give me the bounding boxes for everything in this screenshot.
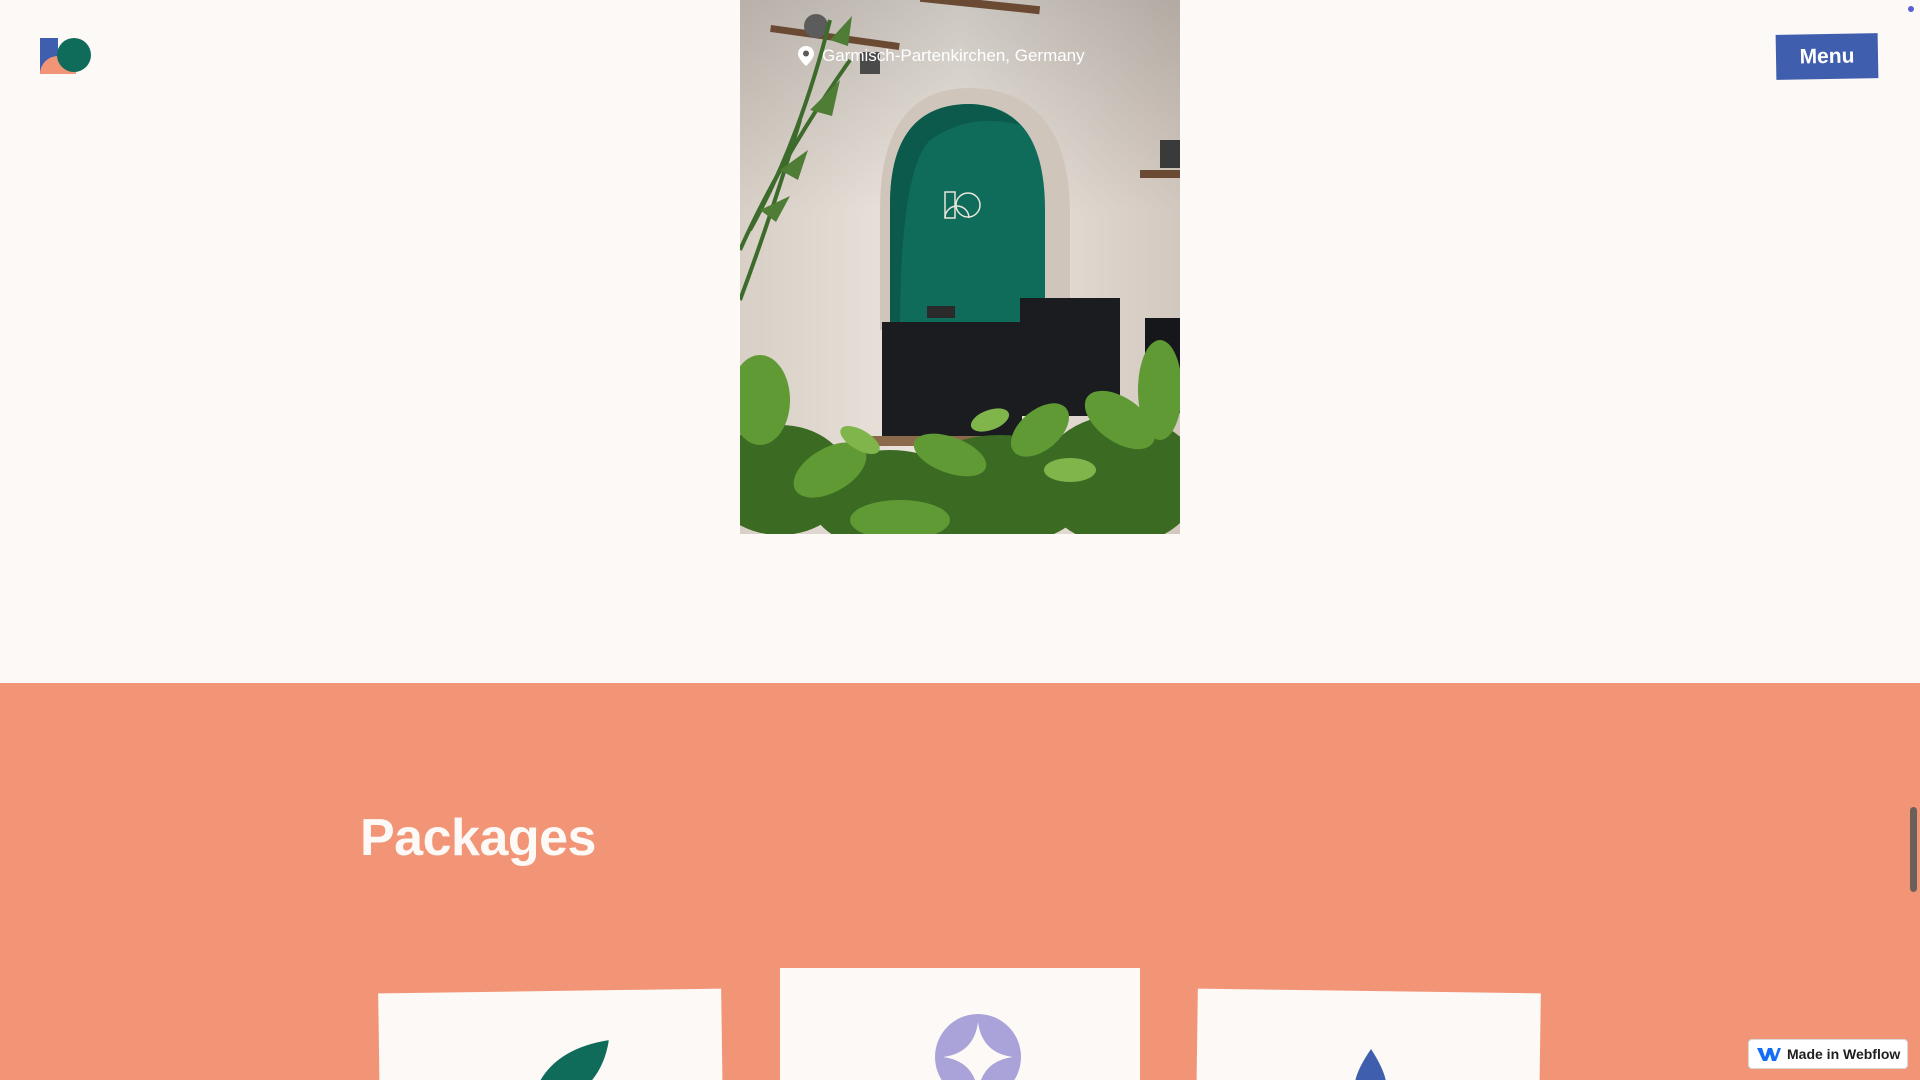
packages-section: Packages [0,683,1920,1080]
made-in-webflow-badge[interactable]: Made in Webflow [1748,1039,1908,1069]
scrollbar-thumb[interactable] [1910,807,1917,892]
coworking-space-image [740,0,1180,534]
packages-title: Packages [360,809,596,867]
map-pin-icon [798,46,814,66]
badge-label: Made in Webflow [1787,1046,1901,1062]
hero-photo: Garmisch-Partenkirchen, Germany [740,0,1180,534]
drop-icon [1354,1049,1387,1080]
package-card[interactable] [1196,988,1541,1080]
location-label: Garmisch-Partenkirchen, Germany [798,46,1085,66]
package-card[interactable] [378,988,723,1080]
sparkle-icon [935,1014,1021,1080]
menu-button[interactable]: Menu [1775,33,1879,80]
leaf-icon [529,1040,609,1080]
webflow-logo-icon [1757,1048,1781,1061]
package-card[interactable] [780,968,1140,1080]
studio-logo-icon[interactable] [40,38,92,74]
location-text: Garmisch-Partenkirchen, Germany [822,46,1085,65]
indicator-dot [1908,6,1914,12]
